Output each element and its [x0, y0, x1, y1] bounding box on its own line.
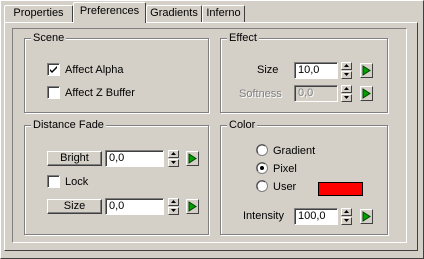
effect-size-spinner[interactable] [341, 62, 352, 79]
color-group-title: Color [227, 118, 258, 132]
spin-down-icon [344, 96, 349, 99]
spin-down-icon [344, 219, 349, 222]
spin-down-icon [171, 161, 176, 164]
fade-size-input[interactable]: 0,0 [105, 198, 164, 215]
bright-go-button[interactable] [186, 151, 199, 166]
tab-inferno[interactable]: Inferno [202, 5, 245, 22]
bright-spinner[interactable] [168, 150, 179, 167]
effect-group-title: Effect [227, 31, 259, 45]
effect-softness-spinner[interactable] [341, 85, 352, 102]
green-arrow-icon [362, 88, 371, 99]
intensity-label: Intensity [243, 210, 284, 222]
effect-softness-go-button[interactable] [360, 86, 373, 101]
tab-gradients[interactable]: Gradients [146, 5, 202, 22]
effect-softness-label: Softness [239, 88, 282, 100]
intensity-input[interactable]: 100,0 [294, 208, 338, 225]
fade-size-go-button[interactable] [186, 199, 199, 214]
tab-inferno-label: Inferno [206, 7, 241, 19]
affect-alpha-label: Affect Alpha [65, 64, 124, 76]
tab-gradients-label: Gradients [150, 7, 198, 19]
radio-gradient[interactable] [256, 144, 268, 156]
green-arrow-icon [188, 201, 197, 212]
spin-up-icon [171, 152, 176, 155]
intensity-go-button[interactable] [360, 209, 373, 224]
effect-size-label: Size [257, 64, 279, 76]
spin-up-icon [171, 200, 176, 203]
radio-pixel-label: Pixel [273, 163, 297, 175]
tab-properties[interactable]: Properties [4, 5, 73, 22]
checkmark-icon [50, 66, 57, 73]
effect-size-go-button[interactable] [360, 63, 373, 78]
lock-checkbox[interactable] [47, 175, 60, 188]
tab-properties-label: Properties [13, 7, 64, 19]
bright-button[interactable]: Bright [47, 151, 102, 166]
scene-group-title: Scene [31, 31, 67, 45]
radio-user-label: User [273, 181, 297, 193]
affect-z-buffer-label: Affect Z Buffer [65, 87, 135, 99]
green-arrow-icon [188, 153, 197, 164]
spin-up-icon [344, 87, 349, 90]
spin-down-icon [344, 73, 349, 76]
user-color-swatch[interactable] [318, 182, 363, 196]
spin-up-icon [344, 64, 349, 67]
effect-softness-input[interactable]: 0,0 [294, 85, 338, 102]
affect-alpha-checkbox[interactable] [47, 63, 60, 76]
effect-size-input[interactable]: 10,0 [294, 62, 338, 79]
intensity-spinner[interactable] [341, 208, 352, 225]
affect-z-buffer-checkbox[interactable] [47, 86, 60, 99]
bright-input[interactable]: 0,0 [105, 150, 164, 167]
radio-user[interactable] [256, 180, 268, 192]
fade-size-button[interactable]: Size [47, 199, 102, 214]
fade-size-spinner[interactable] [168, 198, 179, 215]
green-arrow-icon [362, 65, 371, 76]
tab-preferences[interactable]: Preferences [73, 2, 146, 23]
lock-label: Lock [65, 176, 89, 188]
spin-up-icon [344, 210, 349, 213]
distance-fade-group-title: Distance Fade [31, 118, 106, 132]
radio-pixel[interactable] [256, 162, 268, 174]
spin-down-icon [171, 209, 176, 212]
radio-gradient-label: Gradient [273, 145, 316, 157]
tab-preferences-label: Preferences [79, 5, 140, 17]
green-arrow-icon [362, 211, 371, 222]
